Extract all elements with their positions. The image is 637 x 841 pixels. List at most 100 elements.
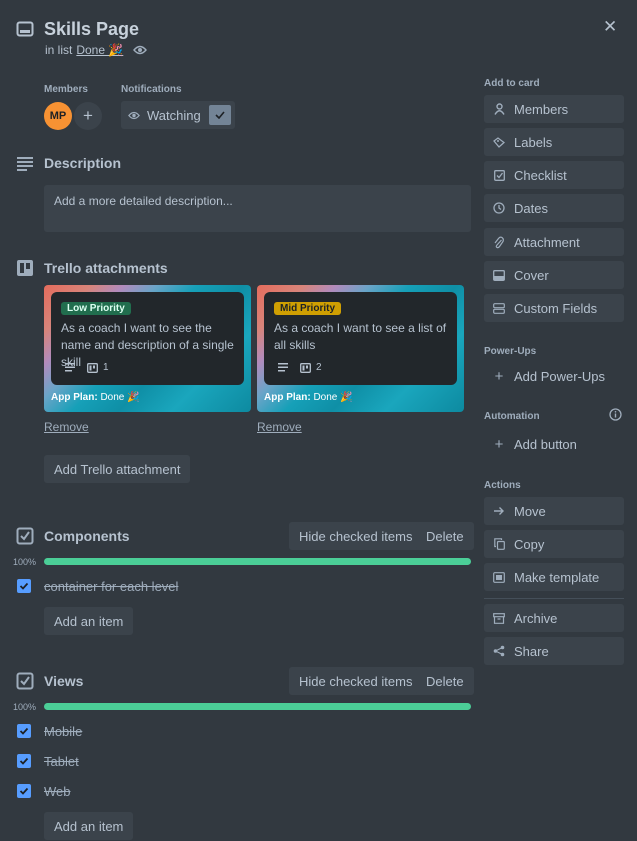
- attachment-card-badges: 1: [65, 362, 109, 373]
- attachment-card[interactable]: Mid Priority As a coach I want to see a …: [257, 285, 464, 412]
- attachments-title: Trello attachments: [44, 260, 168, 276]
- power-ups-label: Power-Ups: [484, 346, 537, 357]
- add-power-ups-button[interactable]: + Add Power-Ups: [484, 368, 605, 385]
- list-link[interactable]: Done 🎉: [76, 43, 123, 57]
- share-button-label: Share: [514, 643, 549, 659]
- eye-icon: [133, 45, 148, 55]
- add-to-card-label: Add to card: [484, 78, 540, 89]
- remove-attachment-link[interactable]: Remove: [44, 420, 89, 434]
- list-info: in list Done 🎉: [45, 43, 148, 57]
- notifications-label: Notifications: [121, 84, 182, 95]
- person-icon: [492, 103, 506, 115]
- checklist-count: 1: [103, 362, 109, 373]
- close-icon[interactable]: ✕: [603, 17, 617, 37]
- make-template-button-label: Make template: [514, 569, 600, 585]
- check-icon: [209, 105, 231, 125]
- delete-checklist-button[interactable]: Delete: [416, 667, 474, 695]
- checklist-item-text[interactable]: Web: [44, 784, 71, 799]
- checklist-button-label: Checklist: [514, 167, 567, 183]
- checklist-title: Views: [44, 673, 84, 689]
- checkbox[interactable]: [17, 754, 31, 768]
- progress-bar: [44, 703, 471, 710]
- checkbox[interactable]: [17, 579, 31, 593]
- labels-button[interactable]: Labels: [484, 128, 624, 156]
- checkbox[interactable]: [17, 724, 31, 738]
- hide-checked-items-button[interactable]: Hide checked items: [289, 522, 423, 550]
- progress-percent: 100%: [13, 557, 37, 567]
- add-member-button[interactable]: +: [74, 102, 102, 130]
- dates-button-label: Dates: [514, 200, 548, 216]
- priority-label: Mid Priority: [274, 302, 342, 315]
- plus-icon: +: [494, 368, 504, 385]
- add-automation-button[interactable]: + Add button: [484, 436, 577, 453]
- cover-button-label: Cover: [514, 267, 549, 283]
- make-template-button[interactable]: Make template: [484, 563, 624, 591]
- checklist-item-text[interactable]: Tablet: [44, 754, 79, 769]
- custom-fields-button-label: Custom Fields: [514, 300, 598, 316]
- move-button-label: Move: [514, 503, 546, 519]
- sidebar-divider: [484, 598, 624, 599]
- checklist-icon: [16, 527, 34, 545]
- watching-label: Watching: [147, 107, 201, 123]
- board-name: App Plan:: [264, 392, 311, 403]
- archive-icon: [492, 612, 506, 624]
- custom-fields-button[interactable]: Custom Fields: [484, 294, 624, 322]
- watching-button[interactable]: Watching: [121, 101, 235, 129]
- copy-button[interactable]: Copy: [484, 530, 624, 558]
- info-icon[interactable]: [609, 408, 622, 421]
- add-power-ups-label: Add Power-Ups: [514, 369, 606, 384]
- attachment-card-title: As a coach I want to see a list of all s…: [274, 321, 447, 352]
- add-item-button[interactable]: Add an item: [44, 812, 134, 840]
- move-button[interactable]: Move: [484, 497, 624, 525]
- share-button[interactable]: Share: [484, 637, 624, 665]
- priority-label: Low Priority: [61, 302, 131, 315]
- checklist-title: Components: [44, 528, 130, 544]
- checklist-icon: [492, 169, 506, 181]
- dates-button[interactable]: Dates: [484, 194, 624, 222]
- board-name: App Plan:: [51, 392, 98, 403]
- custom-fields-icon: [492, 302, 506, 314]
- copy-button-label: Copy: [514, 536, 545, 552]
- labels-button-label: Labels: [514, 134, 553, 150]
- attachment-card-footer: App Plan: Done 🎉: [51, 392, 140, 403]
- description-placeholder: Add a more detailed description...: [54, 194, 233, 208]
- clock-icon: [492, 202, 506, 214]
- checklist-button[interactable]: Checklist: [484, 161, 624, 189]
- paperclip-icon: [492, 236, 506, 249]
- checklist-count: 2: [316, 362, 322, 373]
- add-trello-attachment-button[interactable]: Add Trello attachment: [44, 455, 191, 483]
- arrow-right-icon: [492, 506, 506, 516]
- tag-icon: [492, 136, 506, 148]
- checklist-item-text[interactable]: Mobile: [44, 724, 82, 739]
- archive-button-label: Archive: [514, 610, 558, 626]
- attachment-card-preview[interactable]: Low Priority As a coach I want to see th…: [51, 292, 244, 385]
- card-title[interactable]: Skills Page: [44, 19, 139, 40]
- remove-attachment-link[interactable]: Remove: [257, 420, 302, 434]
- checkbox[interactable]: [17, 784, 31, 798]
- archive-button[interactable]: Archive: [484, 604, 624, 632]
- checklist-icon: [300, 362, 311, 373]
- checklist-item-text[interactable]: container for each level: [44, 579, 178, 594]
- copy-icon: [492, 538, 506, 550]
- cover-button[interactable]: Cover: [484, 261, 624, 289]
- checklist-icon: [87, 362, 98, 373]
- board-list: Done 🎉: [100, 392, 140, 403]
- progress-bar: [44, 558, 471, 565]
- add-button-label: Add button: [514, 437, 577, 452]
- attachment-card-badges: 2: [278, 362, 322, 373]
- cover-icon: [492, 269, 506, 281]
- checklist-icon: [16, 672, 34, 690]
- eye-icon: [128, 111, 140, 119]
- attachment-card-preview[interactable]: Mid Priority As a coach I want to see a …: [264, 292, 457, 385]
- attachment-card-footer: App Plan: Done 🎉: [264, 392, 353, 403]
- board-list: Done 🎉: [313, 392, 353, 403]
- delete-checklist-button[interactable]: Delete: [416, 522, 474, 550]
- description-field[interactable]: Add a more detailed description...: [44, 185, 471, 232]
- attachment-button[interactable]: Attachment: [484, 228, 624, 256]
- members-button[interactable]: Members: [484, 95, 624, 123]
- attachment-card[interactable]: Low Priority As a coach I want to see th…: [44, 285, 251, 412]
- description-icon: [278, 363, 288, 372]
- add-item-button[interactable]: Add an item: [44, 607, 134, 635]
- hide-checked-items-button[interactable]: Hide checked items: [289, 667, 423, 695]
- avatar[interactable]: MP: [44, 102, 72, 130]
